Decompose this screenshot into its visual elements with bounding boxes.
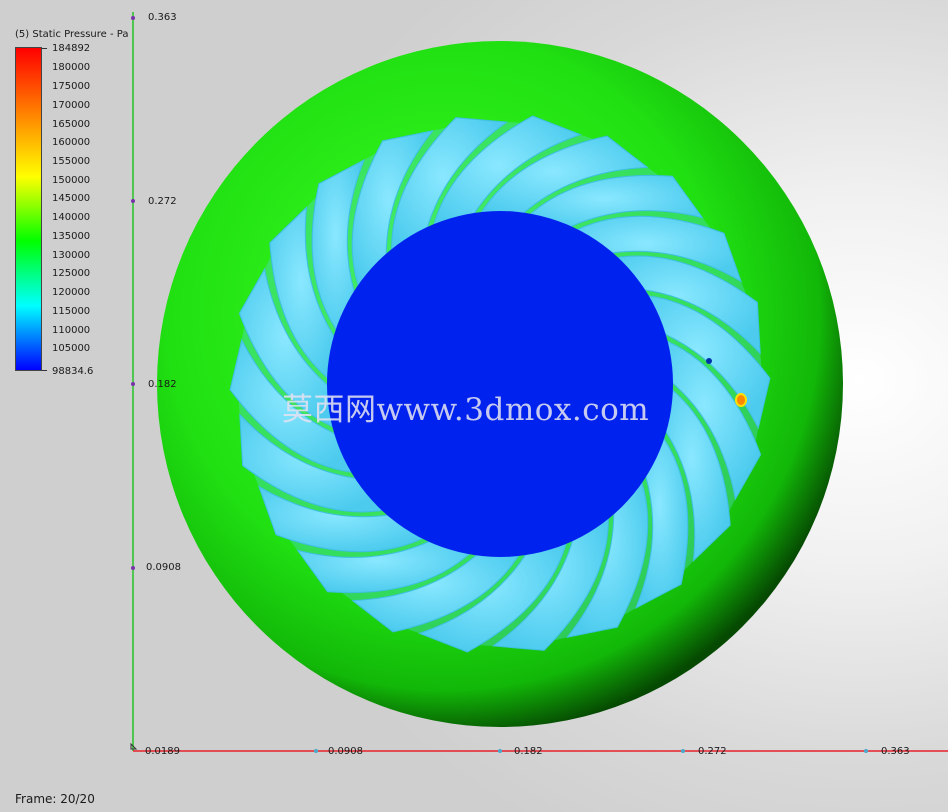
- frame-counter: Frame: 20/20: [15, 792, 95, 806]
- y-tick-dot: [131, 566, 135, 570]
- legend-tick-label: 115000: [52, 306, 91, 317]
- legend-tick-label: 130000: [52, 250, 91, 261]
- x-axis-tick-label: 0.363: [881, 746, 910, 757]
- y-tick-dot: [131, 382, 135, 386]
- y-tick-dot: [131, 16, 135, 20]
- x-tick-dot: [498, 749, 502, 753]
- legend-tick-label: 160000: [52, 137, 91, 148]
- legend-tick-label: 180000: [52, 62, 91, 73]
- watermark-text: 莫西网www.3dmox.com: [282, 392, 650, 428]
- origin-label: 0.0189: [145, 746, 180, 757]
- x-tick-dot: [681, 749, 685, 753]
- legend-tick-label: 165000: [52, 119, 91, 130]
- pressure-hotspot: [735, 393, 747, 407]
- low-pressure-spot: [706, 358, 712, 364]
- legend-labels: 184892 180000 175000 170000 165000 16000…: [52, 44, 112, 378]
- legend-tick-label: 170000: [52, 100, 91, 111]
- legend-tick-label: 135000: [52, 231, 91, 242]
- y-axis-tick-label: 0.182: [148, 379, 177, 390]
- legend-tick-label: 175000: [52, 81, 91, 92]
- legend-tick: [42, 370, 47, 371]
- legend-min-label: 98834.6: [52, 366, 94, 377]
- legend-tick-label: 125000: [52, 268, 91, 279]
- legend-tick-label: 140000: [52, 212, 91, 223]
- legend-tick-label: 150000: [52, 175, 91, 186]
- legend-tick-label: 155000: [52, 156, 91, 167]
- y-tick-dot: [131, 199, 135, 203]
- legend-max-label: 184892: [52, 43, 91, 54]
- legend-tick-label: 145000: [52, 193, 91, 204]
- legend-color-bar: [15, 47, 42, 371]
- legend-tick-label: 110000: [52, 325, 91, 336]
- x-axis-tick-label: 0.0908: [328, 746, 363, 757]
- y-axis-tick-label: 0.0908: [146, 562, 181, 573]
- legend-tick-label: 105000: [52, 343, 91, 354]
- viewport[interactable]: (5) Static Pressure - Pa 184892 180000 1…: [0, 0, 948, 812]
- legend-tick: [42, 48, 47, 49]
- x-axis-tick-label: 0.272: [698, 746, 727, 757]
- legend-title: (5) Static Pressure - Pa: [15, 29, 129, 40]
- y-axis-tick-label: 0.272: [148, 196, 177, 207]
- x-axis-tick-label: 0.182: [514, 746, 543, 757]
- legend-tick-label: 120000: [52, 287, 91, 298]
- y-axis-tick-label: 0.363: [148, 12, 177, 23]
- x-tick-dot: [314, 749, 318, 753]
- x-tick-dot: [864, 749, 868, 753]
